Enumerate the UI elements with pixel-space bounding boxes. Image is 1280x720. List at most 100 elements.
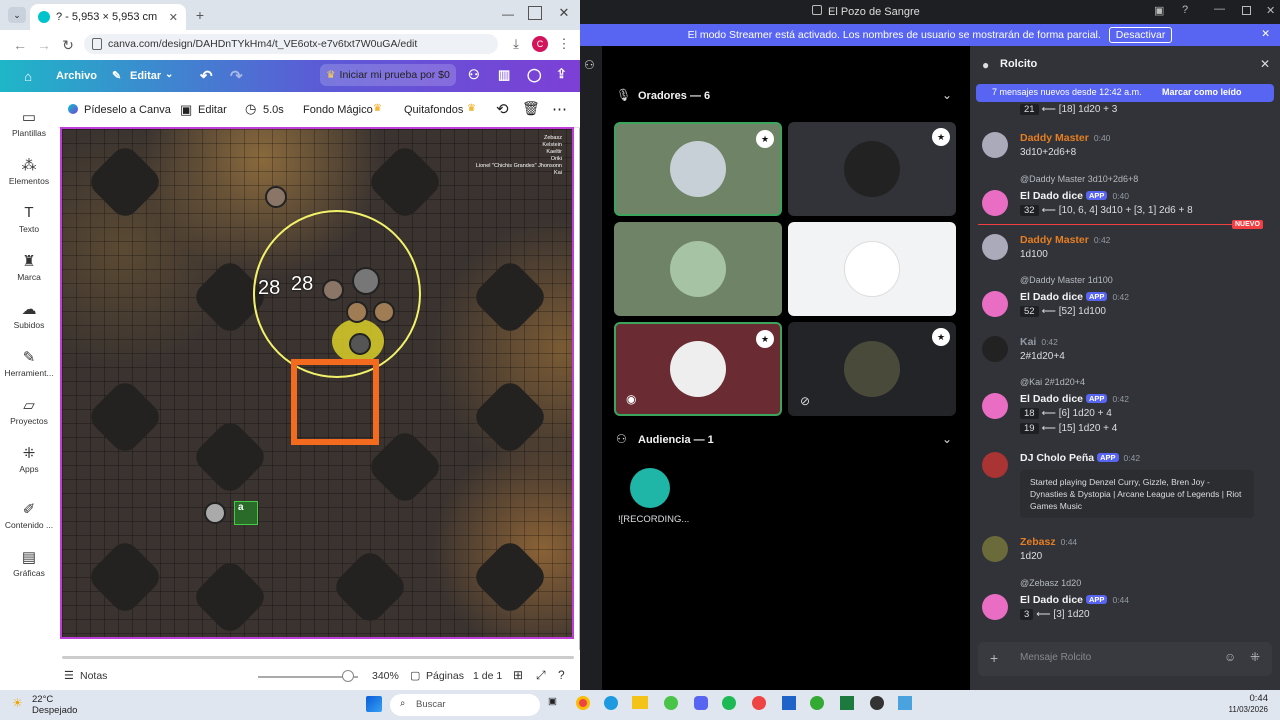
- avatar[interactable]: [982, 234, 1008, 260]
- start-trial-button[interactable]: ♛ Iniciar mi prueba por $0: [320, 64, 456, 86]
- obs-icon[interactable]: [870, 696, 884, 710]
- fullscreen-icon[interactable]: ⤢: [536, 668, 546, 683]
- author-name[interactable]: Daddy Master: [1020, 132, 1089, 144]
- sidebar-item-tools[interactable]: ✎ Herramient...: [0, 348, 58, 378]
- file-explorer-icon[interactable]: [632, 696, 648, 709]
- speaker-tile[interactable]: ★: [788, 122, 956, 216]
- invite-icon[interactable]: ⚇: [584, 58, 595, 72]
- duration-button[interactable]: 5.0s: [263, 104, 284, 116]
- emoji-icon[interactable]: ☺: [1224, 650, 1236, 664]
- reply-reference[interactable]: @Daddy Master 3d10+2d6+8: [1020, 174, 1138, 184]
- creature-token[interactable]: [352, 267, 380, 295]
- help-icon[interactable]: ?: [1182, 4, 1188, 16]
- avatar[interactable]: [982, 190, 1008, 216]
- share-icon[interactable]: ⇪: [556, 66, 567, 82]
- author-name[interactable]: Daddy Master: [1020, 234, 1089, 246]
- remove-background-button[interactable]: Quitafondos: [404, 104, 463, 116]
- clock-time[interactable]: 0:44: [1222, 693, 1269, 704]
- sidebar-item-charts[interactable]: ▤ Gráficas: [0, 548, 58, 578]
- speaker-tile[interactable]: [614, 222, 782, 316]
- sidebar-item-templates[interactable]: ▭ Plantillas: [0, 108, 58, 138]
- reply-reference[interactable]: @Kai 2#1d20+4: [1020, 377, 1085, 387]
- sidebar-item-elements[interactable]: ⁂ Elementos: [0, 156, 58, 186]
- author-name[interactable]: Kai: [1020, 336, 1036, 348]
- attach-plus-icon[interactable]: +: [990, 650, 998, 666]
- banner-close-icon[interactable]: ✕: [1261, 28, 1270, 40]
- creature-token[interactable]: [322, 279, 344, 301]
- token-a[interactable]: a: [234, 501, 258, 525]
- undo-icon[interactable]: ↶: [200, 67, 213, 85]
- author-name[interactable]: Zebasz: [1020, 536, 1056, 548]
- creature-token[interactable]: [346, 301, 368, 323]
- mark-read-button[interactable]: Marcar como leído: [1162, 87, 1242, 97]
- notes-button[interactable]: Notas: [80, 670, 107, 682]
- author-name[interactable]: El Dado dice: [1020, 190, 1083, 202]
- comment-icon[interactable]: ◯: [527, 67, 542, 83]
- share-people-icon[interactable]: ⚇: [468, 67, 480, 83]
- chrome-icon[interactable]: [576, 696, 590, 710]
- minimize-icon[interactable]: —: [1214, 3, 1225, 15]
- chevron-down-icon[interactable]: ⌄: [942, 88, 952, 102]
- speaker-tile[interactable]: ★: [614, 122, 782, 216]
- window-close-icon[interactable]: ✕: [556, 5, 572, 21]
- url-input[interactable]: canva.com/design/DAHDnTYkHm4/t_VE6otx-e7…: [84, 34, 498, 54]
- ask-canva-button[interactable]: Pídeselo a Canva: [84, 104, 171, 116]
- author-name[interactable]: DJ Cholo Peña: [1020, 452, 1094, 464]
- site-info-icon[interactable]: [92, 38, 102, 50]
- reload-icon[interactable]: ↻: [60, 37, 76, 53]
- window-close-icon[interactable]: ✕: [1266, 4, 1275, 17]
- tab-search-icon[interactable]: ⌄: [8, 7, 26, 23]
- sidebar-item-uploads[interactable]: ☁ Subidos: [0, 300, 58, 330]
- audience-avatar[interactable]: [630, 468, 670, 508]
- notepad-icon[interactable]: [782, 696, 796, 710]
- chrome-profile-icon[interactable]: [752, 696, 766, 710]
- inbox-icon[interactable]: ▣: [1154, 4, 1164, 17]
- forward-icon[interactable]: →: [36, 37, 52, 53]
- grid-view-icon[interactable]: ⊞: [513, 668, 523, 682]
- help-icon[interactable]: ?: [558, 668, 565, 682]
- magic-background-button[interactable]: Fondo Mágico: [303, 104, 373, 116]
- avatar[interactable]: [982, 452, 1008, 478]
- edit-image-button[interactable]: Editar: [198, 104, 227, 116]
- creature-token[interactable]: [204, 502, 226, 524]
- highlight-square[interactable]: [291, 359, 379, 445]
- deactivate-button[interactable]: Desactivar: [1108, 27, 1173, 43]
- author-name[interactable]: El Dado dice: [1020, 594, 1083, 606]
- start-icon[interactable]: [366, 696, 382, 712]
- analytics-icon[interactable]: ▥: [498, 67, 510, 83]
- file-menu[interactable]: Archivo: [56, 70, 97, 82]
- rotate-icon[interactable]: ⟲: [496, 100, 509, 118]
- author-name[interactable]: El Dado dice: [1020, 291, 1083, 303]
- minimize-icon[interactable]: —: [500, 6, 516, 22]
- back-icon[interactable]: ←: [12, 37, 28, 53]
- timeline-scrollbar[interactable]: [62, 656, 574, 659]
- zoom-slider-handle[interactable]: [342, 670, 354, 682]
- sidebar-item-projects[interactable]: ▱ Proyectos: [0, 396, 58, 426]
- maximize-icon[interactable]: [1242, 6, 1251, 15]
- home-icon[interactable]: ⌂: [20, 68, 36, 84]
- speaker-tile[interactable]: ★ ◉: [614, 322, 782, 416]
- sidebar-item-apps[interactable]: ⁜ Apps: [0, 444, 58, 474]
- avatar[interactable]: [982, 336, 1008, 362]
- browser-menu-icon[interactable]: ⋮: [558, 36, 571, 52]
- sidebar-item-brand[interactable]: ♜ Marca: [0, 252, 58, 282]
- speaker-tile[interactable]: ★ ⊘: [788, 322, 956, 416]
- apps-grid-icon[interactable]: ⁜: [1250, 650, 1260, 664]
- photos-icon[interactable]: [898, 696, 912, 710]
- new-messages-bar[interactable]: 7 mensajes nuevos desde 12:42 a.m. Marca…: [976, 84, 1274, 102]
- new-tab-icon[interactable]: +: [192, 7, 208, 23]
- spotify-icon[interactable]: [722, 696, 736, 710]
- pages-button[interactable]: Páginas: [426, 670, 464, 682]
- download-icon[interactable]: ⤓: [508, 36, 524, 52]
- avatar[interactable]: [982, 132, 1008, 158]
- creature-token[interactable]: [373, 301, 395, 323]
- search-input[interactable]: ⌕ Buscar: [390, 694, 540, 716]
- sidebar-item-content[interactable]: ✐ Contenido ...: [0, 500, 58, 530]
- close-chat-icon[interactable]: ✕: [1260, 57, 1270, 71]
- chevron-down-icon[interactable]: ⌄: [942, 432, 952, 446]
- edit-menu[interactable]: Editar: [130, 70, 161, 82]
- weather-temp[interactable]: 22°C: [32, 694, 53, 705]
- avatar[interactable]: [982, 291, 1008, 317]
- avatar[interactable]: [982, 393, 1008, 419]
- reply-reference[interactable]: @Zebasz 1d20: [1020, 578, 1081, 588]
